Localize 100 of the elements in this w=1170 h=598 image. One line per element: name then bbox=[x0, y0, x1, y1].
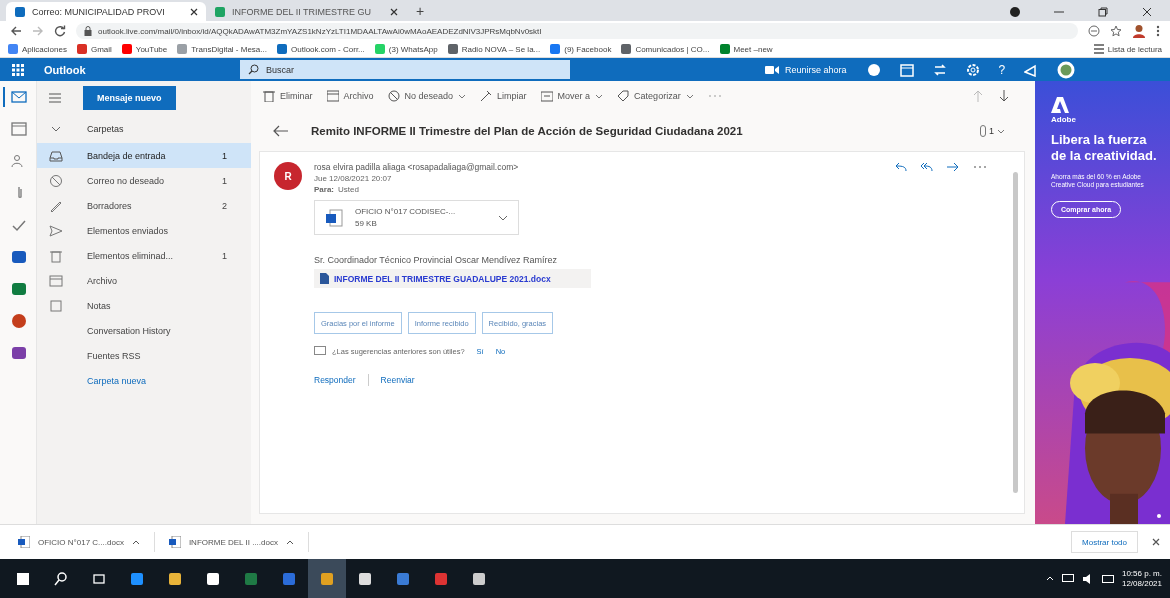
folder-item[interactable]: Bandeja de entrada 1 bbox=[37, 143, 251, 168]
logo-icon[interactable] bbox=[1051, 97, 1069, 113]
search-field[interactable]: Buscar bbox=[240, 60, 570, 79]
restore-icon[interactable] bbox=[1098, 6, 1108, 17]
brand-name: Adobe bbox=[1051, 115, 1076, 124]
toolbar-button[interactable]: Mover a bbox=[540, 90, 604, 102]
toolbar-button[interactable]: No deseado bbox=[387, 90, 467, 102]
translate-icon[interactable] bbox=[1088, 25, 1100, 37]
bookmark-icon bbox=[719, 44, 730, 54]
folder-item[interactable]: Borradores 2 bbox=[37, 193, 251, 218]
word-document-icon bbox=[325, 208, 343, 227]
ad-headline: Libera la fuerza de la creatividad. bbox=[1051, 132, 1158, 165]
folder-item[interactable]: Elementos eliminad... 1 bbox=[37, 243, 251, 268]
archive-icon bbox=[326, 90, 339, 102]
folder-item[interactable]: Archivo bbox=[37, 268, 251, 293]
bookmark[interactable]: Gmail bbox=[76, 44, 112, 54]
tag-icon bbox=[617, 90, 630, 102]
scrollbar[interactable] bbox=[1013, 172, 1018, 493]
toolbar-button[interactable]: Categorizar bbox=[617, 90, 694, 102]
bookmark[interactable]: Comunicados | CO... bbox=[621, 44, 710, 54]
tab-title: Correo: MUNICIPALIDAD PROVI bbox=[32, 6, 166, 17]
browser-tab[interactable]: Correo: MUNICIPALIDAD PROVI bbox=[6, 2, 206, 21]
search-icon bbox=[248, 64, 259, 75]
start-icon[interactable] bbox=[15, 570, 31, 587]
app-launcher-icon[interactable] bbox=[12, 63, 24, 76]
network-icon[interactable] bbox=[1061, 573, 1074, 584]
address-field[interactable]: outlook.live.com/mail/0/inbox/id/AQQkADAwATM3ZmYAZS1kNzYzLTI1MDAALTAwAi0wMAoAEADEZdNlV3JPRsMqbNv0sktI bbox=[76, 23, 1078, 39]
calendar-icon[interactable] bbox=[11, 121, 27, 137]
profile-avatar-icon[interactable] bbox=[1132, 24, 1146, 38]
close-icon[interactable] bbox=[1152, 538, 1160, 546]
clock-time[interactable]: 10:56 p. m. bbox=[1121, 568, 1162, 579]
reading-list-button[interactable]: Lista de lectura bbox=[1093, 44, 1162, 54]
new-message-button[interactable]: Mensaje nuevo bbox=[83, 86, 176, 110]
trash-icon bbox=[49, 248, 63, 263]
toolbar-button[interactable]: Eliminar bbox=[263, 90, 313, 102]
download-item[interactable]: INFORME DEL II ....docx bbox=[168, 532, 309, 552]
bookmark[interactable]: (3) WhatsApp bbox=[374, 44, 438, 54]
bookmark-icon bbox=[550, 44, 561, 54]
back-icon[interactable] bbox=[273, 125, 289, 137]
toolbar-button[interactable]: Limpiar bbox=[480, 90, 527, 102]
unread-count: 2 bbox=[222, 200, 227, 211]
caret-icon bbox=[131, 539, 140, 545]
keyboard-icon[interactable] bbox=[1101, 573, 1114, 584]
forward-icon[interactable] bbox=[947, 162, 959, 172]
document-link[interactable]: INFORME DEL II TRIMESTRE GUADALUPE 2021.docx bbox=[314, 269, 591, 288]
folders-header[interactable]: Carpetas bbox=[37, 115, 251, 143]
attachment-size: 59 KB bbox=[355, 219, 378, 228]
chevron-icon bbox=[498, 214, 508, 221]
reply-icon[interactable] bbox=[895, 162, 907, 172]
sync-icon[interactable] bbox=[932, 62, 947, 77]
folder-item[interactable]: Notas bbox=[37, 293, 251, 318]
attachment-card[interactable]: OFICIO N°017 CODISEC-... 59 KB bbox=[314, 200, 519, 235]
close-icon[interactable] bbox=[190, 7, 198, 16]
bookmark[interactable]: Aplicaciones bbox=[8, 44, 67, 54]
more-icon[interactable] bbox=[1156, 25, 1160, 37]
close-icon[interactable] bbox=[390, 7, 398, 16]
bookmark[interactable]: Radio NOVA – Se la... bbox=[447, 44, 541, 54]
megaphone-icon[interactable] bbox=[1024, 62, 1039, 77]
reply-all-icon[interactable] bbox=[921, 162, 933, 172]
feedback-icon bbox=[314, 346, 326, 356]
folder-item[interactable]: Elementos enviados bbox=[37, 218, 251, 243]
meet-now-button[interactable]: Reunirse ahora bbox=[765, 64, 847, 75]
attachment-count[interactable]: 1 bbox=[980, 125, 1005, 137]
bookmark[interactable]: YouTube bbox=[121, 44, 168, 54]
mail-icon[interactable] bbox=[11, 89, 27, 105]
settings-icon[interactable] bbox=[965, 62, 980, 77]
download-item[interactable]: OFICIO N°017 C....docx bbox=[18, 532, 155, 552]
new-tab-button[interactable]: + bbox=[406, 2, 435, 21]
bookmark-icon bbox=[374, 44, 385, 54]
browser-tab[interactable]: INFORME DEL II TRIMESTRE GU bbox=[206, 2, 406, 21]
profile-icon[interactable] bbox=[1010, 6, 1020, 17]
folder-item[interactable]: Fuentes RSS bbox=[37, 343, 251, 368]
forward-link[interactable]: Reenviar bbox=[380, 375, 415, 385]
back-icon[interactable] bbox=[10, 25, 22, 37]
bookmark[interactable]: Meet –new bbox=[719, 44, 773, 54]
reload-icon[interactable] bbox=[54, 25, 66, 37]
clock-date[interactable]: 12/08/2021 bbox=[1121, 578, 1162, 589]
video-icon bbox=[765, 64, 779, 75]
bookmark-icon bbox=[277, 44, 287, 54]
close-icon[interactable] bbox=[1142, 6, 1152, 17]
folder-item[interactable]: Conversation History bbox=[37, 318, 251, 343]
bookmark[interactable]: TransDigital - Mesa... bbox=[177, 44, 267, 54]
toolbar-button[interactable]: Archivo bbox=[326, 90, 374, 102]
inbox-icon bbox=[49, 148, 63, 163]
bookmark-icon bbox=[121, 44, 132, 54]
show-all-button[interactable]: Mostrar todo bbox=[1071, 531, 1138, 553]
page-icon bbox=[214, 5, 226, 18]
app-icon[interactable] bbox=[471, 570, 487, 587]
help-button[interactable]: ? bbox=[998, 62, 1006, 77]
bookmark[interactable]: Outlook.com - Corr... bbox=[277, 44, 365, 54]
account-avatar-icon[interactable] bbox=[1057, 60, 1076, 79]
folder-item[interactable]: Correo no deseado 1 bbox=[37, 168, 251, 193]
bookmark[interactable]: (9) Facebook bbox=[550, 44, 612, 54]
reply-link[interactable]: Responder bbox=[314, 375, 356, 385]
down-arrow-icon[interactable] bbox=[999, 90, 1009, 102]
star-icon[interactable] bbox=[1110, 25, 1122, 37]
new-folder-link[interactable]: Carpeta nueva bbox=[37, 368, 251, 386]
search-icon[interactable] bbox=[53, 570, 69, 587]
document-icon bbox=[320, 273, 329, 284]
chevron-up-icon[interactable] bbox=[1045, 576, 1054, 581]
